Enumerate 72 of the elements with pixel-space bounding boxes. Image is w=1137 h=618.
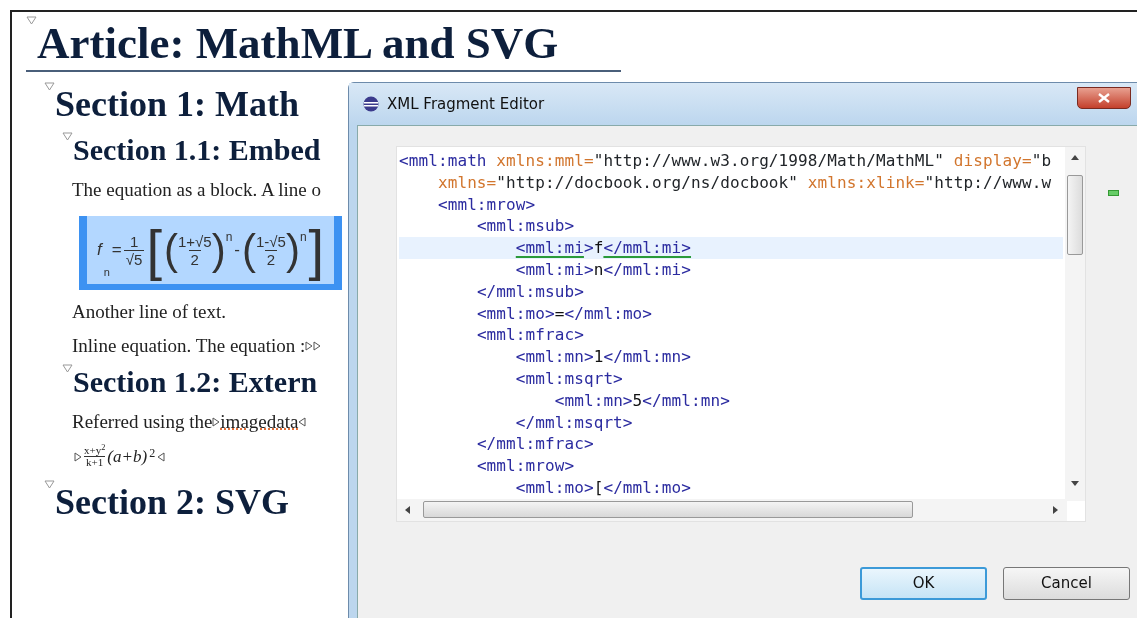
tag-marker-icon <box>74 451 82 462</box>
paragraph-text: The equation as a block. A line o <box>72 178 322 202</box>
numerator: 1-√5 <box>256 232 286 250</box>
scroll-left-icon[interactable] <box>405 506 410 514</box>
scroll-right-icon[interactable] <box>1053 506 1058 514</box>
overview-marker <box>1108 190 1119 196</box>
horizontal-scrollbar[interactable] <box>397 499 1067 521</box>
math-parenthesis: ) <box>285 228 300 272</box>
document-title: Article: MathML and SVG <box>37 17 559 70</box>
superscript: n <box>225 229 233 244</box>
code-line: <mml:msqrt> <box>514 367 624 390</box>
math-parenthesis: ( <box>163 228 178 272</box>
subscript: n <box>103 264 110 280</box>
close-icon <box>1098 93 1110 103</box>
code-line: <mml:mn>5</mml:mn> <box>553 389 731 412</box>
superscript: 2 <box>149 445 156 462</box>
ok-button[interactable]: OK <box>860 567 987 600</box>
collapse-triangle-icon[interactable] <box>62 364 73 373</box>
scrollbar-thumb[interactable] <box>1067 175 1083 255</box>
code-line: <mml:mrow> <box>475 455 576 477</box>
tag-marker-icon <box>298 417 307 427</box>
scroll-down-icon[interactable] <box>1071 481 1079 486</box>
code-line: </mml:msub> <box>475 280 585 303</box>
scroll-up-icon[interactable] <box>1071 155 1079 160</box>
section-heading: Section 2: SVG <box>55 480 289 524</box>
denominator: k+1 <box>84 456 106 469</box>
denominator: 2 <box>264 249 278 268</box>
window-title: XML Fragment Editor <box>387 93 545 115</box>
collapse-triangle-icon[interactable] <box>26 16 37 25</box>
tag-marker-icon <box>313 341 322 351</box>
collapse-triangle-icon[interactable] <box>44 479 55 489</box>
scrollbar-thumb[interactable] <box>423 501 913 518</box>
vertical-scrollbar[interactable] <box>1065 147 1085 501</box>
math-symbol: (a+b) <box>107 446 148 468</box>
math-symbol: - <box>234 239 240 262</box>
code-line: <mml:mo>[</mml:mo> <box>514 476 692 499</box>
math-parenthesis: ) <box>211 228 226 272</box>
collapse-triangle-icon[interactable] <box>44 82 55 91</box>
code-line: <mml:mo>=</mml:mo> <box>475 302 654 325</box>
cancel-button[interactable]: Cancel <box>1003 567 1130 600</box>
code-editor[interactable] <box>396 146 1086 522</box>
code-line: </mml:msqrt> <box>514 411 634 434</box>
math-parenthesis: ( <box>242 228 256 272</box>
denominator: √5 <box>123 249 145 268</box>
element-name: imagedata <box>220 410 299 434</box>
paragraph-text: Another line of text. <box>72 300 227 324</box>
tag-marker-icon <box>212 417 221 427</box>
close-button[interactable] <box>1077 87 1131 109</box>
code-line: <mml:mi>n</mml:mi> <box>514 259 692 281</box>
code-line: <mml:msub> <box>475 215 576 238</box>
tag-marker-icon <box>157 451 166 462</box>
section-heading: Section 1: Math <box>55 83 299 126</box>
code-line: <mml:mfrac> <box>475 324 585 347</box>
numerator: 1+√5 <box>177 232 212 250</box>
section-heading: Section 1.2: Extern <box>73 364 318 400</box>
sphere-icon <box>363 96 379 112</box>
superscript: n <box>299 229 307 244</box>
tag-marker-icon <box>305 341 314 351</box>
denominator: 2 <box>188 249 201 268</box>
paragraph-text: Referred using the <box>72 410 213 434</box>
numerator: x+y$^{2}$ <box>84 445 106 457</box>
code-line: xmlns="http://docbook.org/ns/docbook" xmlns:xlink="http://www.w <box>436 171 1053 194</box>
code-line: <mml:math xmlns:mml="http://www.w3.org/1998/Math/MathML" display="b <box>399 150 1053 172</box>
math-symbol: = <box>111 239 122 262</box>
paragraph-text: Inline equation. The equation : <box>72 334 306 358</box>
code-line: <mml:mn>1</mml:mn> <box>514 346 692 368</box>
code-line: </mml:mfrac> <box>475 433 595 456</box>
section-heading: Section 1.1: Embed <box>73 132 321 168</box>
code-line: <mml:mrow> <box>436 193 537 216</box>
math-symbol: f <box>97 239 102 262</box>
collapse-triangle-icon[interactable] <box>62 132 73 141</box>
numerator: 1 <box>129 232 139 250</box>
